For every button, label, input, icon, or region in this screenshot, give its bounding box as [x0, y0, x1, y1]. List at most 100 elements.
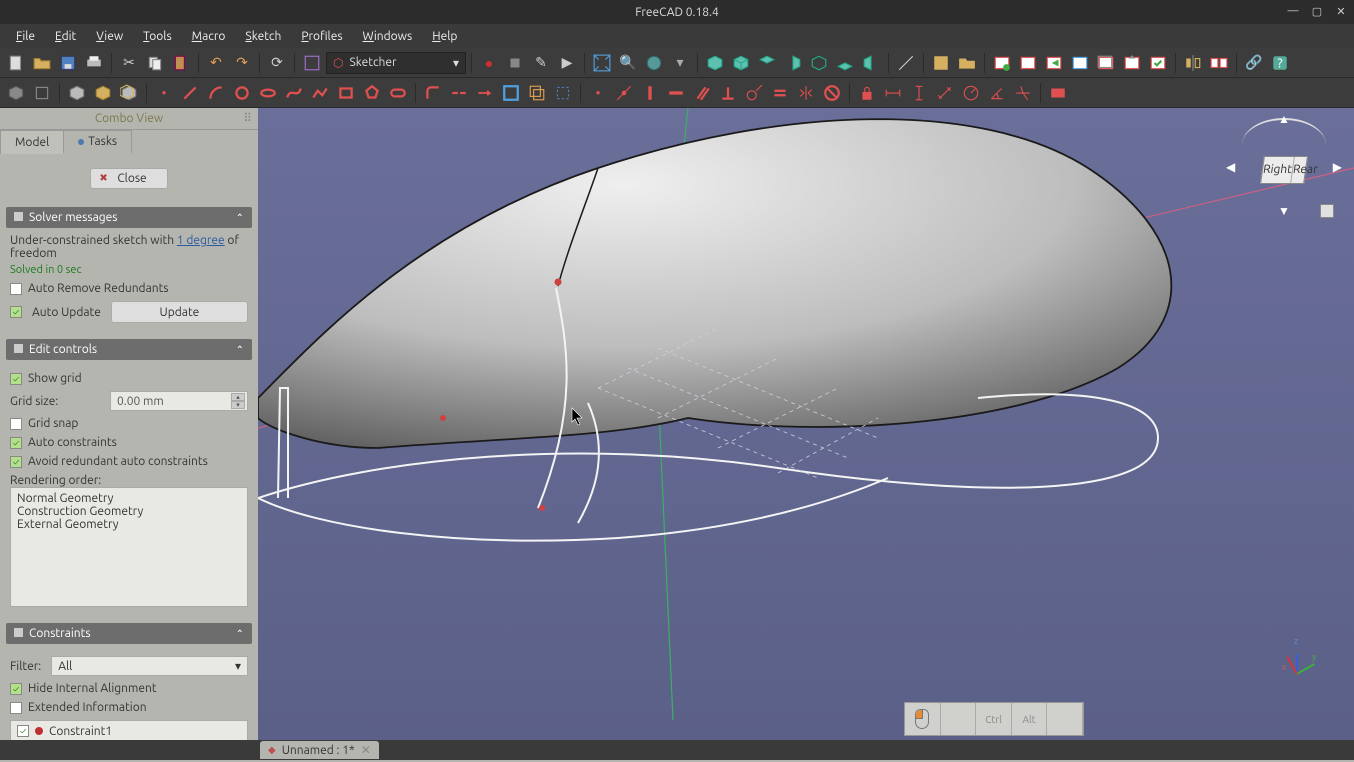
sketch-circle-icon[interactable]	[230, 81, 254, 105]
sketch-create-icon[interactable]	[990, 51, 1014, 75]
auto-update-checkbox[interactable]: ✓	[10, 306, 22, 318]
macro-stop-icon[interactable]	[503, 51, 527, 75]
macro-play-icon[interactable]: ▶	[555, 51, 579, 75]
redo-icon[interactable]: ↷	[230, 51, 254, 75]
section-edit-header[interactable]: Edit controls ⌃	[6, 339, 252, 360]
draw-style-icon[interactable]	[642, 51, 666, 75]
constr-hdim-icon[interactable]	[881, 81, 905, 105]
navcube-menu-icon[interactable]	[1320, 204, 1334, 218]
dof-link[interactable]: 1 degree	[177, 234, 225, 247]
menu-edit[interactable]: Edit	[45, 27, 86, 46]
sketch-bspline-icon[interactable]	[282, 81, 306, 105]
constr-tangent-icon[interactable]	[742, 81, 766, 105]
render-item-construction[interactable]: Construction Geometry	[17, 505, 241, 518]
sketch-point-icon[interactable]: •	[152, 81, 176, 105]
document-tab-unnamed[interactable]: ◆ Unnamed : 1* ✕	[260, 741, 379, 759]
navcube-left-icon[interactable]: ◀	[1226, 160, 1235, 174]
trim-icon[interactable]	[447, 81, 471, 105]
toggle-driving-icon[interactable]	[1046, 81, 1070, 105]
navcube-right-icon[interactable]: ▶	[1333, 160, 1342, 174]
sketch-rect-icon[interactable]	[334, 81, 358, 105]
new-file-icon[interactable]	[4, 51, 28, 75]
workbench-selector[interactable]: ⬡Sketcher ▾	[326, 52, 466, 74]
view-front-icon[interactable]	[729, 51, 753, 75]
box2-icon[interactable]	[91, 81, 115, 105]
constr-coincident-icon[interactable]: •	[586, 81, 610, 105]
print-icon[interactable]	[82, 51, 106, 75]
constr-horizontal-icon[interactable]	[664, 81, 688, 105]
window-minimize-icon[interactable]: —	[1286, 4, 1300, 18]
sketch-new-icon[interactable]	[300, 51, 324, 75]
sketch-leave-icon[interactable]	[1042, 51, 1066, 75]
menu-tools[interactable]: Tools	[133, 27, 182, 46]
sketch-merge-icon[interactable]	[1207, 51, 1231, 75]
zoom-selection-icon[interactable]: 🔍	[616, 51, 640, 75]
avoid-redundant-checkbox[interactable]: ✓	[10, 456, 22, 468]
window-maximize-icon[interactable]: ▢	[1310, 4, 1324, 18]
help-icon[interactable]: ?	[1268, 51, 1292, 75]
hide-alignment-checkbox[interactable]: ✓	[10, 683, 22, 695]
constr-perpendicular-icon[interactable]	[716, 81, 740, 105]
constr-pointonline-icon[interactable]	[612, 81, 636, 105]
menu-file[interactable]: File	[6, 27, 45, 46]
sketch-map-icon[interactable]	[1094, 51, 1118, 75]
group-icon[interactable]	[955, 51, 979, 75]
constr-block-icon[interactable]	[820, 81, 844, 105]
view-iso-icon[interactable]	[703, 51, 727, 75]
constr-snell-icon[interactable]	[1011, 81, 1035, 105]
paste-icon[interactable]	[169, 51, 193, 75]
constr-symmetric-icon[interactable]	[794, 81, 818, 105]
constr-parallel-icon[interactable]	[690, 81, 714, 105]
constr-vdim-icon[interactable]	[907, 81, 931, 105]
undo-icon[interactable]: ↶	[204, 51, 228, 75]
show-grid-checkbox[interactable]: ✓	[10, 373, 22, 385]
constraint-item-1[interactable]: ✓ Constraint1	[10, 720, 248, 740]
tab-model[interactable]: Model	[0, 130, 64, 154]
carbon-copy-icon[interactable]	[525, 81, 549, 105]
refresh-icon[interactable]: ⟳	[265, 51, 289, 75]
auto-remove-checkbox[interactable]	[10, 283, 22, 295]
render-item-external[interactable]: External Geometry	[17, 518, 241, 531]
grid-size-input[interactable]: 0.00 mm ▴▾	[110, 391, 248, 411]
navcube-up-icon[interactable]: ▲	[1278, 112, 1290, 126]
menu-windows[interactable]: Windows	[353, 27, 423, 46]
box3-icon[interactable]	[117, 81, 141, 105]
spin-down-icon[interactable]: ▾	[231, 401, 245, 409]
draw-style-dropdown-icon[interactable]: ▾	[668, 51, 692, 75]
constr-vertical-icon[interactable]	[638, 81, 662, 105]
navcube-down-icon[interactable]: ▼	[1278, 204, 1290, 218]
menu-sketch[interactable]: Sketch	[235, 27, 291, 46]
navcube-face-right[interactable]: Right	[1261, 157, 1295, 183]
sketch-polyline-icon[interactable]	[308, 81, 332, 105]
section-constraints-header[interactable]: Constraints ⌃	[6, 623, 252, 644]
toggle-box-icon[interactable]	[30, 81, 54, 105]
undock-icon[interactable]: ⠿	[243, 111, 252, 125]
box1-icon[interactable]	[65, 81, 89, 105]
save-file-icon[interactable]	[56, 51, 80, 75]
constr-equal-icon[interactable]	[768, 81, 792, 105]
construction-mode-icon[interactable]	[551, 81, 575, 105]
navcube-face-rear[interactable]: Rear	[1291, 157, 1319, 183]
link-icon[interactable]: 🔗	[1242, 51, 1266, 75]
menu-profiles[interactable]: Profiles	[291, 27, 352, 46]
auto-constraints-checkbox[interactable]: ✓	[10, 437, 22, 449]
filter-select[interactable]: All ▾	[51, 656, 248, 676]
grid-snap-checkbox[interactable]	[10, 418, 22, 430]
constr-dist-icon[interactable]	[933, 81, 957, 105]
sketch-arc-icon[interactable]	[204, 81, 228, 105]
render-item-normal[interactable]: Normal Geometry	[17, 492, 241, 505]
toggle-3d-icon[interactable]	[4, 81, 28, 105]
macro-edit-icon[interactable]: ✎	[529, 51, 553, 75]
view-left-icon[interactable]	[859, 51, 883, 75]
constr-angle-icon[interactable]	[985, 81, 1009, 105]
extend-icon[interactable]	[473, 81, 497, 105]
tab-tasks[interactable]: Tasks	[63, 130, 132, 154]
extended-info-checkbox[interactable]	[10, 702, 22, 714]
constraint1-checkbox[interactable]: ✓	[17, 725, 29, 737]
navigation-cube[interactable]: ▲ ◀ ▶ ▼ Right Rear	[1234, 118, 1334, 218]
measure-distance-icon[interactable]	[894, 51, 918, 75]
fillet-icon[interactable]	[421, 81, 445, 105]
sketch-polygon-icon[interactable]	[360, 81, 384, 105]
view-bottom-icon[interactable]	[833, 51, 857, 75]
sketch-view-icon[interactable]	[1068, 51, 1092, 75]
